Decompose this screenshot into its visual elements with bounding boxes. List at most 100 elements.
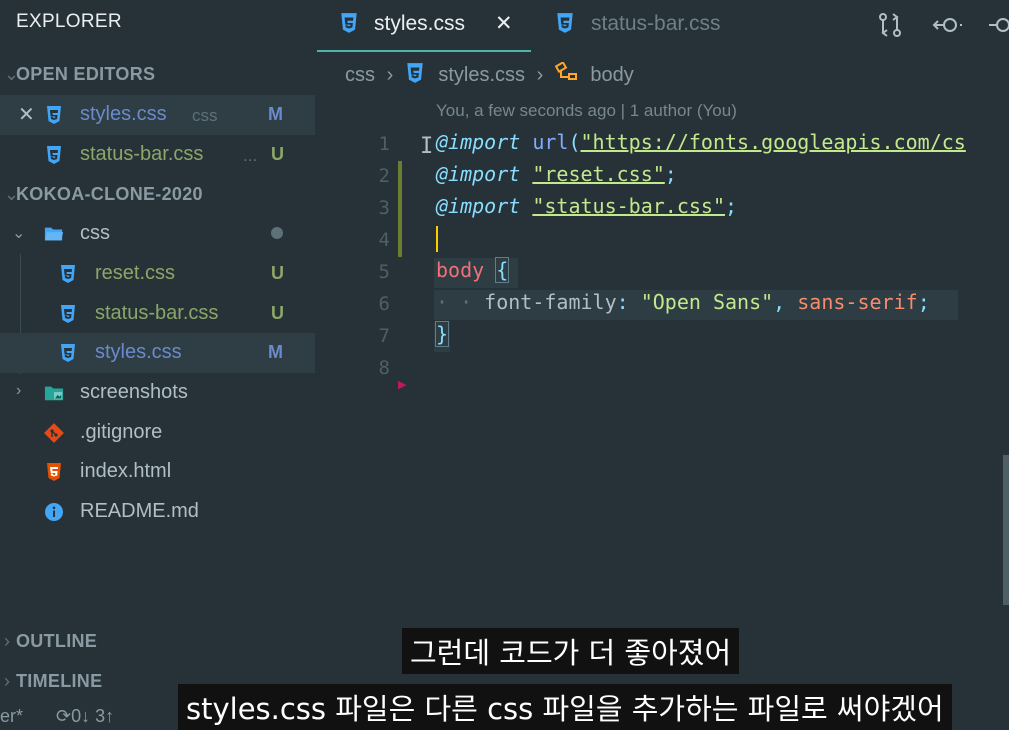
css-file-icon <box>555 12 575 39</box>
folder-css[interactable]: ⌄ css <box>0 214 315 254</box>
token-selector: body <box>436 258 485 282</box>
close-icon[interactable]: ✕ <box>495 11 513 36</box>
breadcrumb-file[interactable]: styles.css <box>438 64 525 86</box>
line-number: 6 <box>378 293 390 315</box>
chevron-down-icon: ⌄ <box>12 225 26 242</box>
tab-label: styles.css <box>374 12 466 35</box>
file-reset-css[interactable]: reset.css U <box>0 254 315 294</box>
line-number: 3 <box>378 197 390 219</box>
text-caret <box>436 226 438 252</box>
code-line-5: body { <box>436 257 510 283</box>
code-line-7: } <box>434 321 450 347</box>
chevron-right-icon: › <box>4 631 11 651</box>
open-editor-status-bar-css[interactable]: status-bar.css ... U <box>0 135 315 175</box>
editor-tabs: styles.css ✕ status-bar.css <box>315 0 1009 52</box>
chevron-right-icon: › <box>16 382 22 399</box>
token-property: font-family <box>484 290 617 314</box>
html-file-icon <box>44 462 64 482</box>
file-styles-css[interactable]: styles.css M <box>0 333 315 373</box>
token-brace: { <box>495 257 510 283</box>
modified-badge: M <box>268 342 283 362</box>
file-name: reset.css <box>95 262 176 284</box>
status-branch[interactable]: er* <box>0 706 23 727</box>
project-header[interactable]: ⌄ KOKOA-CLONE-2020 <box>4 184 203 205</box>
file-name: styles.css <box>95 341 182 363</box>
chevron-down-icon: ⌄ <box>4 64 20 84</box>
css-file-icon <box>58 264 78 284</box>
token-punct: ; <box>917 290 930 314</box>
tab-styles-css[interactable]: styles.css ✕ <box>317 0 531 52</box>
source-control-compare-icon[interactable] <box>875 10 905 40</box>
code-line-6: · · font-family: "Open Sans", sans-serif… <box>436 290 930 314</box>
untracked-badge: U <box>271 263 284 283</box>
token-punct: ; <box>664 162 677 186</box>
file-name: status-bar.css <box>95 302 219 324</box>
sync-counts: 0↓ 3↑ <box>71 706 115 726</box>
line-number: 2 <box>378 165 390 187</box>
open-editors-header[interactable]: ⌄ OPEN EDITORS <box>4 64 156 85</box>
file-gitignore[interactable]: .gitignore <box>0 413 315 453</box>
breadcrumb-symbol[interactable]: body <box>590 64 633 86</box>
token-keyword: @import <box>436 194 521 218</box>
outline-header[interactable]: › OUTLINE <box>4 631 98 652</box>
css-file-icon <box>44 145 64 165</box>
folder-name: css <box>80 222 110 244</box>
file-path: css <box>192 106 218 125</box>
token-string[interactable]: "https://fonts.googleapis.com/cs <box>581 130 966 154</box>
chevron-right-icon: › <box>4 671 11 691</box>
go-back-icon[interactable] <box>930 10 962 40</box>
breadcrumb: css › styles.css › body <box>345 61 634 90</box>
token-punct: ( <box>568 130 581 154</box>
outline-label: OUTLINE <box>16 631 98 651</box>
tab-status-bar-css[interactable]: status-bar.css <box>551 0 771 50</box>
timeline-header[interactable]: › TIMELINE <box>4 671 103 692</box>
line-number: 8 <box>378 357 390 379</box>
token-keyword: @import <box>436 162 521 186</box>
file-path: ... <box>243 146 258 165</box>
css-file-icon <box>58 304 78 324</box>
token-punct: , <box>773 290 786 314</box>
subtitle-line-1: 그런데 코드가 더 좋아졌어 <box>402 628 740 674</box>
git-blame-annotation[interactable]: You, a few seconds ago | 1 author (You) <box>436 101 737 121</box>
file-name: index.html <box>80 460 172 482</box>
explorer-sidebar: EXPLORER ⌄ OPEN EDITORS ✕ styles.css css … <box>0 0 315 730</box>
line-number: 5 <box>378 261 390 283</box>
sync-icon: ⟳ <box>56 706 72 726</box>
file-status-bar-css[interactable]: status-bar.css U <box>0 294 315 334</box>
modified-dot-icon <box>271 227 283 239</box>
css-file-icon <box>44 105 64 125</box>
sync-status[interactable]: ⟳0↓ 3↑ <box>56 706 114 727</box>
open-editor-styles-css[interactable]: ✕ styles.css css M <box>0 95 315 135</box>
token-string[interactable]: "status-bar.css" <box>532 194 725 218</box>
folder-screenshots[interactable]: › screenshots <box>0 373 315 413</box>
token-function: url <box>532 130 569 154</box>
folder-images-icon <box>44 383 64 403</box>
line-number: 4 <box>378 229 390 251</box>
token-value: sans-serif <box>797 290 918 314</box>
chevron-down-icon: ⌄ <box>4 184 20 204</box>
file-name: status-bar.css <box>80 143 204 165</box>
untracked-badge: U <box>271 303 284 323</box>
breadcrumb-folder[interactable]: css <box>345 64 375 86</box>
file-index-html[interactable]: index.html <box>0 452 315 492</box>
timeline-label: TIMELINE <box>16 671 103 691</box>
explorer-title: EXPLORER <box>16 11 122 32</box>
scrollbar-thumb[interactable] <box>1003 455 1009 605</box>
open-editors-label: OPEN EDITORS <box>16 64 156 84</box>
close-icon[interactable]: ✕ <box>18 102 35 127</box>
subtitle-line-2: styles.css 파일은 다른 css 파일을 추가하는 파일로 써야겠어 <box>178 684 952 730</box>
untracked-badge: U <box>271 144 284 164</box>
chevron-right-icon: › <box>386 64 394 86</box>
project-label: KOKOA-CLONE-2020 <box>16 184 203 204</box>
token-punct: : <box>616 290 629 314</box>
line-number: 7 <box>378 325 390 347</box>
file-name: styles.css <box>80 103 167 125</box>
go-forward-icon[interactable] <box>987 10 1009 40</box>
token-punct: ; <box>725 194 738 218</box>
file-readme-md[interactable]: README.md <box>0 492 315 532</box>
modified-badge: M <box>268 104 283 124</box>
css-file-icon <box>58 343 78 363</box>
token-string[interactable]: "reset.css" <box>532 162 664 186</box>
file-name: .gitignore <box>80 421 163 443</box>
file-name: README.md <box>80 500 199 522</box>
